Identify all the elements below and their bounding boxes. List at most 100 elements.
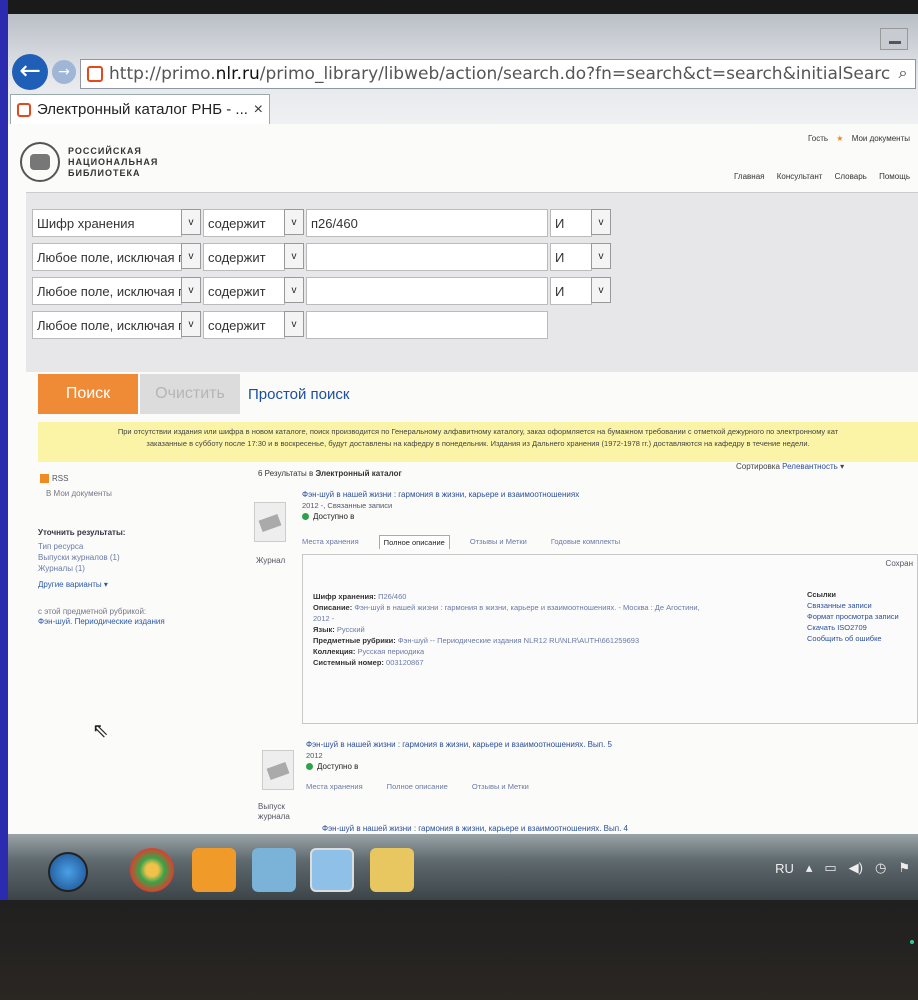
operator-select[interactable]: содержит: [203, 243, 285, 271]
menu-help[interactable]: Помощь: [879, 172, 910, 181]
chevron-down-icon[interactable]: v: [591, 209, 611, 235]
monitor-bezel-left: [0, 0, 8, 900]
refine-list: Тип ресурса Выпуски журналов (1) Журналы…: [38, 541, 238, 574]
notice-line-2: заказанные в субботу после 17:30 и в вос…: [146, 439, 810, 448]
back-button[interactable]: ←: [12, 54, 48, 90]
chevron-down-icon[interactable]: v: [591, 243, 611, 269]
links-box: Ссылки Связанные записи Формат просмотра…: [807, 589, 899, 644]
link-record-format[interactable]: Формат просмотра записи: [807, 611, 899, 622]
refine-item[interactable]: Выпуски журналов (1): [38, 552, 238, 563]
links-title: Ссылки: [807, 590, 837, 599]
save-link[interactable]: Сохран: [886, 559, 913, 568]
chevron-down-icon[interactable]: v: [181, 209, 201, 235]
tab-full-description[interactable]: Полное описание: [383, 780, 452, 793]
more-options-link[interactable]: Другие варианты ▾: [38, 580, 238, 589]
chevron-down-icon[interactable]: v: [284, 277, 304, 303]
chevron-down-icon[interactable]: v: [181, 243, 201, 269]
boolean-select[interactable]: И: [550, 243, 592, 271]
close-tab-icon[interactable]: ×: [254, 101, 263, 119]
mouse-cursor-icon: ⇖: [92, 720, 109, 742]
tab-reviews[interactable]: Отзывы и Метки: [466, 535, 531, 549]
rubric-link[interactable]: Фэн-шуй. Периодические издания: [38, 617, 165, 626]
menu-dictionary[interactable]: Словарь: [835, 172, 867, 181]
field-select[interactable]: Любое поле, исключая г: [32, 311, 182, 339]
tab-full-description[interactable]: Полное описание: [378, 535, 450, 549]
search-term-input[interactable]: [306, 311, 548, 339]
sort-control[interactable]: Сортировка Релевантность ▾: [736, 462, 844, 471]
tab-reviews[interactable]: Отзывы и Метки: [468, 780, 533, 793]
folder-icon[interactable]: [370, 848, 414, 892]
start-button[interactable]: [48, 852, 88, 892]
simple-search-link[interactable]: Простой поиск: [248, 386, 349, 403]
address-bar[interactable]: http://primo.nlr.ru/primo_library/libweb…: [80, 59, 916, 89]
chevron-down-icon[interactable]: v: [591, 277, 611, 303]
advanced-search-panel: Шифр хранения v содержит v п26/460 И v Л…: [26, 192, 918, 372]
result-title[interactable]: Фэн-шуй в нашей жизни : гармония в жизни…: [306, 740, 612, 749]
clock-icon[interactable]: ◷: [875, 860, 886, 876]
library-logo[interactable]: РОССИЙСКАЯ НАЦИОНАЛЬНАЯ БИБЛИОТЕКА: [20, 142, 158, 182]
result-meta: 2012 -, Связанные записи: [302, 501, 393, 510]
menu-home[interactable]: Главная: [734, 172, 764, 181]
chevron-down-icon[interactable]: v: [181, 277, 201, 303]
search-icon[interactable]: ⌕: [891, 65, 915, 83]
media-player-icon[interactable]: [192, 848, 236, 892]
chevron-down-icon: ▾: [103, 580, 108, 589]
tab-locations[interactable]: Места хранения: [302, 780, 367, 793]
chevron-down-icon[interactable]: v: [181, 311, 201, 337]
refine-item[interactable]: Журналы (1): [38, 563, 238, 574]
operator-select[interactable]: содержит: [203, 311, 285, 339]
operator-select[interactable]: содержит: [203, 277, 285, 305]
availability-status[interactable]: Доступно в: [306, 762, 358, 771]
rubric-text: с этой предметной рубрикой:: [38, 607, 147, 616]
flag-icon[interactable]: ⚑: [898, 860, 910, 876]
rss-icon: [40, 474, 49, 483]
explorer-icon[interactable]: [252, 848, 296, 892]
result-tabs: Места хранения Полное описание Отзывы и …: [302, 780, 549, 793]
operator-select[interactable]: содержит: [203, 209, 285, 237]
result-title[interactable]: Фэн-шуй в нашей жизни : гармония в жизни…: [322, 824, 628, 833]
internet-explorer-icon[interactable]: [310, 848, 354, 892]
tab-annual-sets[interactable]: Годовые комплекты: [547, 535, 624, 549]
arrow-up-icon[interactable]: ▴: [806, 860, 813, 876]
field-select[interactable]: Любое поле, исключая г: [32, 243, 182, 271]
link-download-iso[interactable]: Скачать ISO2709: [807, 622, 899, 633]
rss-link[interactable]: RSS: [40, 474, 238, 483]
field-select[interactable]: Шифр хранения: [32, 209, 182, 237]
browser-chrome: ← → http://primo.nlr.ru/primo_library/li…: [8, 14, 918, 124]
search-row-3: Любое поле, исключая г v содержит v И v: [32, 277, 611, 305]
address-url[interactable]: http://primo.nlr.ru/primo_library/libweb…: [109, 64, 891, 84]
my-documents-link[interactable]: Мои документы: [852, 134, 910, 143]
language-indicator[interactable]: RU: [775, 861, 794, 876]
result-type: Журнал: [256, 556, 286, 565]
menu-consultant[interactable]: Консультант: [777, 172, 823, 181]
search-term-input[interactable]: п26/460: [306, 209, 548, 237]
search-term-input[interactable]: [306, 243, 548, 271]
link-related-records[interactable]: Связанные записи: [807, 600, 899, 611]
tab-favicon-icon: [17, 102, 31, 117]
browser-tab[interactable]: Электронный каталог РНБ - ... ×: [10, 94, 270, 124]
refine-item[interactable]: Тип ресурса: [38, 541, 238, 552]
add-to-my-documents[interactable]: В Мои документы: [46, 489, 238, 498]
tab-locations[interactable]: Места хранения: [298, 535, 363, 549]
link-report-error[interactable]: Сообщить об ошибке: [807, 633, 899, 644]
chevron-down-icon[interactable]: v: [284, 243, 304, 269]
field-select[interactable]: Любое поле, исключая г: [32, 277, 182, 305]
volume-icon[interactable]: ◀): [849, 860, 863, 876]
search-button[interactable]: Поиск: [38, 374, 138, 414]
boolean-select[interactable]: И: [550, 277, 592, 305]
chevron-down-icon[interactable]: v: [284, 209, 304, 235]
boolean-select[interactable]: И: [550, 209, 592, 237]
refine-title: Уточнить результаты:: [38, 528, 126, 537]
chevron-down-icon: ▾: [840, 462, 845, 471]
search-term-input[interactable]: [306, 277, 548, 305]
chrome-icon[interactable]: [130, 848, 174, 892]
minimize-icon[interactable]: [880, 28, 908, 50]
availability-status[interactable]: Доступно в: [302, 512, 354, 521]
guest-label: Гость: [807, 134, 829, 143]
network-icon[interactable]: ▭: [824, 860, 836, 876]
clear-button[interactable]: Очистить: [140, 374, 240, 414]
forward-button[interactable]: →: [52, 60, 76, 84]
result-title[interactable]: Фэн-шуй в нашей жизни : гармония в жизни…: [302, 490, 579, 499]
search-row-1: Шифр хранения v содержит v п26/460 И v: [32, 209, 611, 237]
chevron-down-icon[interactable]: v: [284, 311, 304, 337]
